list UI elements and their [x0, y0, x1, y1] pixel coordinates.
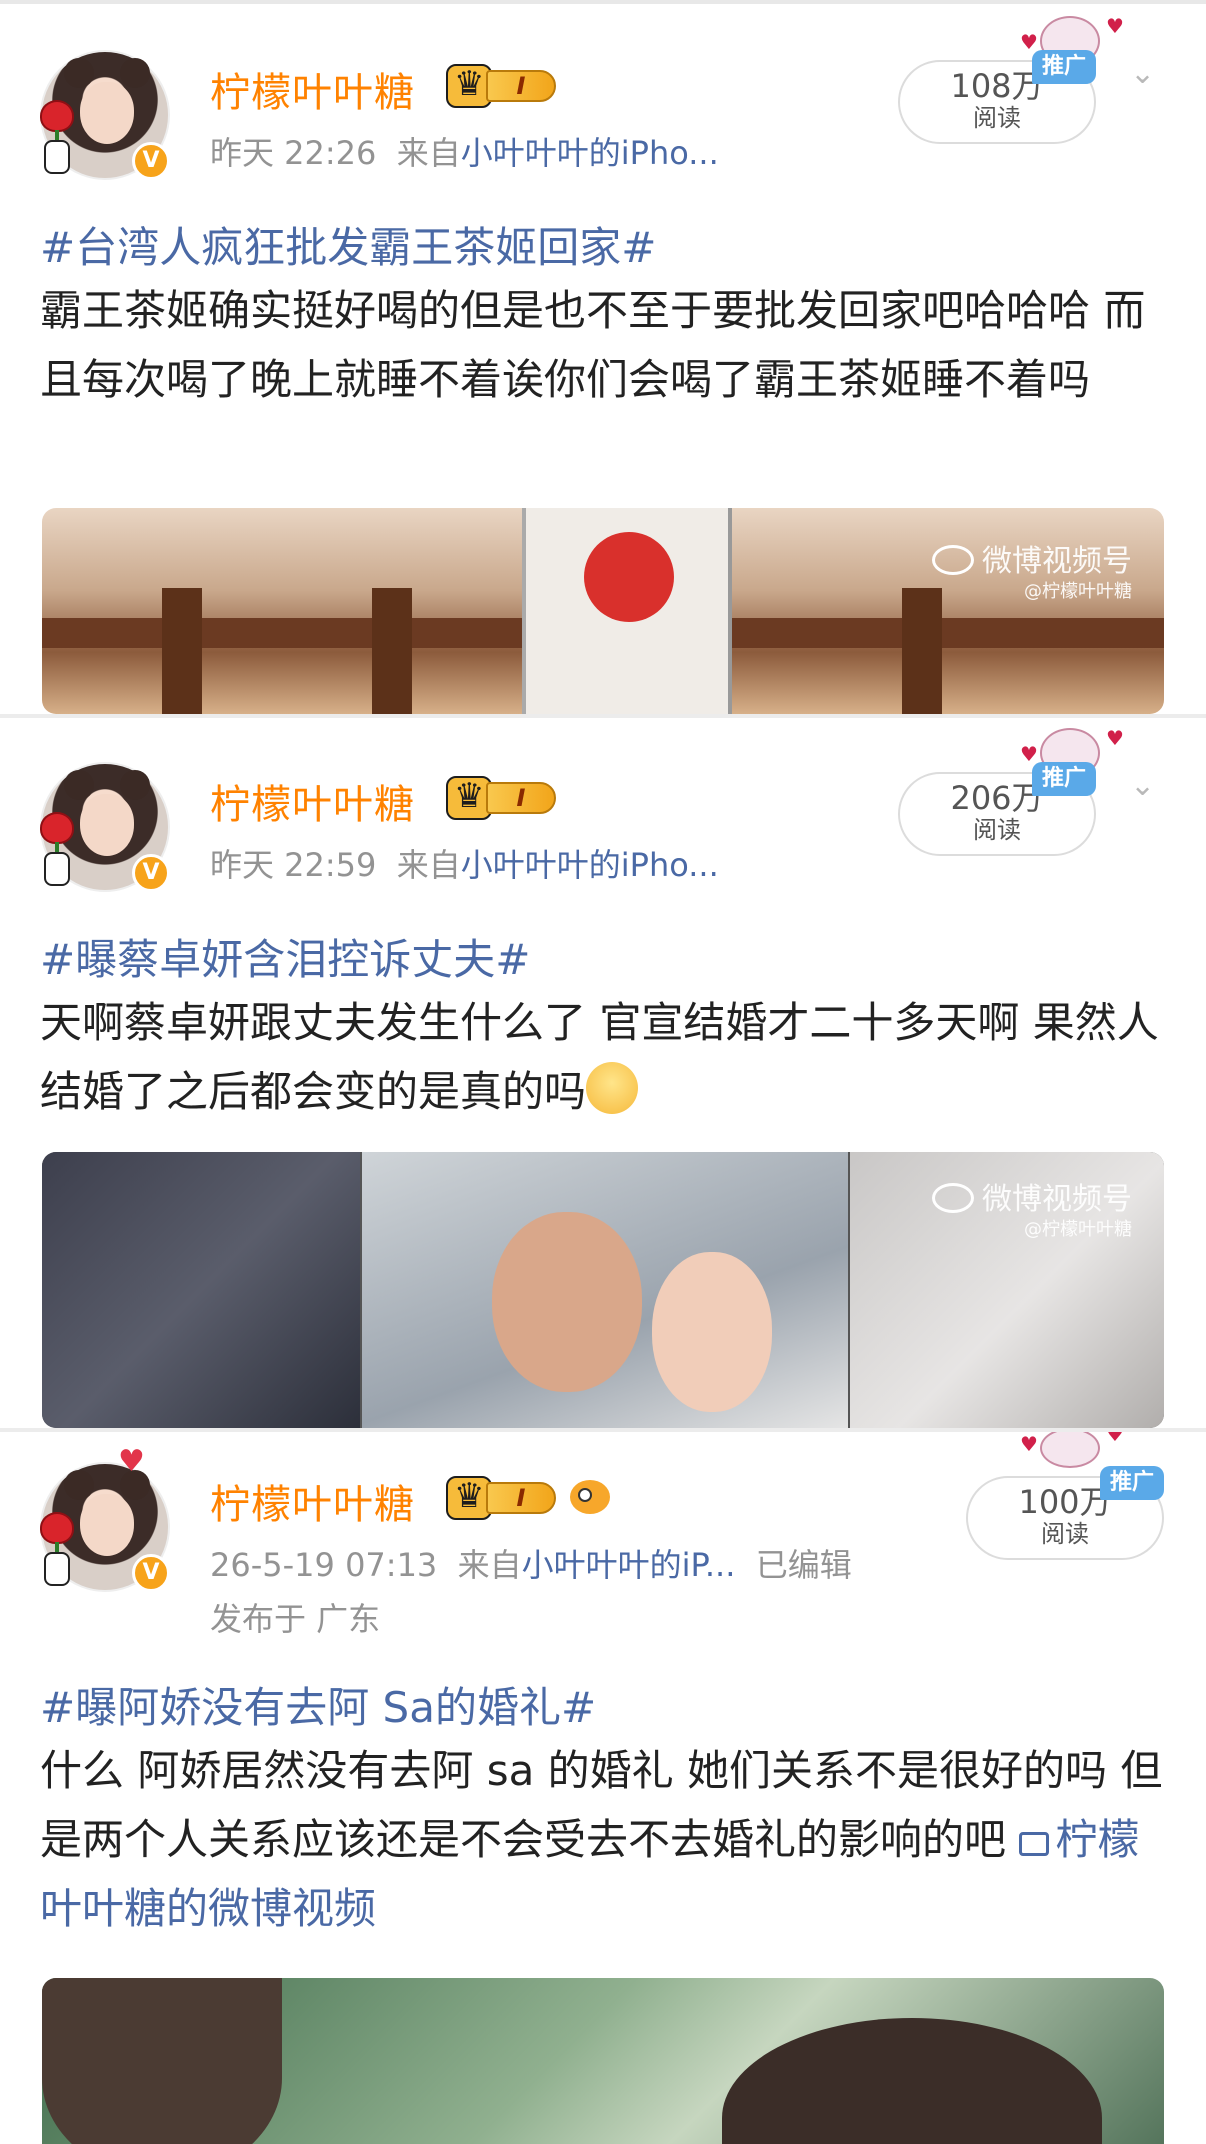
post-meta: 26-5-19 07:13 来自小叶叶叶的iP... 已编辑	[210, 1546, 852, 1584]
rose-icon	[36, 812, 80, 892]
member-level-badge[interactable]: I	[446, 64, 558, 108]
username[interactable]: 柠檬叶叶糖	[210, 60, 415, 118]
post-source[interactable]: 小叶叶叶的iPho...	[461, 134, 719, 172]
chevron-down-icon[interactable]: ⌄	[1130, 56, 1155, 91]
post-text: 什么 阿娇居然没有去阿 sa 的婚礼 她们关系不是很好的吗 但是两个人关系应该还…	[40, 1746, 1163, 1933]
rose-icon	[36, 1512, 80, 1592]
post-source[interactable]: 小叶叶叶的iPho...	[461, 846, 719, 884]
post-text: 霸王茶姬确实挺好喝的但是也不至于要批发回家吧哈哈哈 而且每次喝了晚上就睡不着诶你…	[40, 286, 1146, 404]
video-watermark: 微博视频号 @柠檬叶叶糖	[932, 544, 1132, 604]
post-meta: 昨天 22:59 来自小叶叶叶的iPho...	[210, 846, 719, 884]
feed-card-3[interactable]: ♥ V 柠檬叶叶糖 I 26-5-19 07:13 来自小叶叶叶的iP... 已…	[0, 1432, 1206, 2144]
feed-card-1[interactable]: V 柠檬叶叶糖 I 昨天 22:26 来自小叶叶叶的iPho... ♥ ♥ 10…	[0, 4, 1206, 714]
feed-card-2[interactable]: V 柠檬叶叶糖 I 昨天 22:59 来自小叶叶叶的iPho... ♥ ♥ 20…	[0, 718, 1206, 1428]
heart-icon: ♥	[118, 1444, 145, 1479]
username[interactable]: 柠檬叶叶糖	[210, 1472, 415, 1530]
avatar[interactable]: V	[40, 50, 170, 180]
promoted-badge: 推广	[1032, 50, 1096, 84]
video-camera-icon	[1019, 1832, 1050, 1856]
post-text: 天啊蔡卓妍跟丈夫发生什么了 官宣结婚才二十多天啊 果然人结婚了之后都会变的是真的…	[40, 998, 1159, 1116]
fish-icon	[570, 1480, 610, 1514]
topic-hashtag[interactable]: #台湾人疯狂批发霸王茶姬回家#	[40, 214, 656, 275]
avatar[interactable]: ♥ V	[40, 1447, 170, 1592]
avatar[interactable]: V	[40, 762, 170, 892]
topic-hashtag[interactable]: #曝阿娇没有去阿 Sa的婚礼#	[40, 1674, 596, 1735]
post-meta: 昨天 22:26 来自小叶叶叶的iPho...	[210, 134, 719, 172]
verified-v-icon: V	[132, 142, 170, 180]
video-thumbnail[interactable]: 微博视频号 @柠檬叶叶糖	[42, 1152, 1164, 1428]
post-source[interactable]: 小叶叶叶的iP...	[522, 1546, 736, 1584]
member-level-badge[interactable]: I	[446, 1476, 558, 1520]
edited-label[interactable]: 已编辑	[756, 1546, 852, 1584]
post-location: 发布于 广东	[210, 1600, 381, 1638]
member-level-badge[interactable]: I	[446, 776, 558, 820]
video-thumbnail[interactable]: 微博视频号 @柠檬叶叶糖	[42, 508, 1164, 714]
rose-icon	[36, 100, 80, 180]
wedding-photo	[362, 1152, 848, 1428]
promoted-badge: 推广	[1032, 762, 1096, 796]
weibo-logo-icon	[932, 545, 974, 575]
topic-hashtag[interactable]: #曝蔡卓妍含泪控诉丈夫#	[40, 926, 530, 987]
video-watermark: 微博视频号 @柠檬叶叶糖	[932, 1182, 1132, 1242]
video-thumbnail[interactable]	[42, 1978, 1164, 2144]
username[interactable]: 柠檬叶叶糖	[210, 772, 415, 830]
weibo-logo-icon	[932, 1183, 974, 1213]
drink-logo	[584, 532, 674, 622]
smile-emoji-icon	[586, 1062, 639, 1114]
verified-v-icon: V	[132, 854, 170, 892]
promoted-badge: 推广	[1100, 1466, 1164, 1500]
chevron-down-icon[interactable]: ⌄	[1130, 768, 1155, 803]
verified-v-icon: V	[132, 1554, 170, 1592]
